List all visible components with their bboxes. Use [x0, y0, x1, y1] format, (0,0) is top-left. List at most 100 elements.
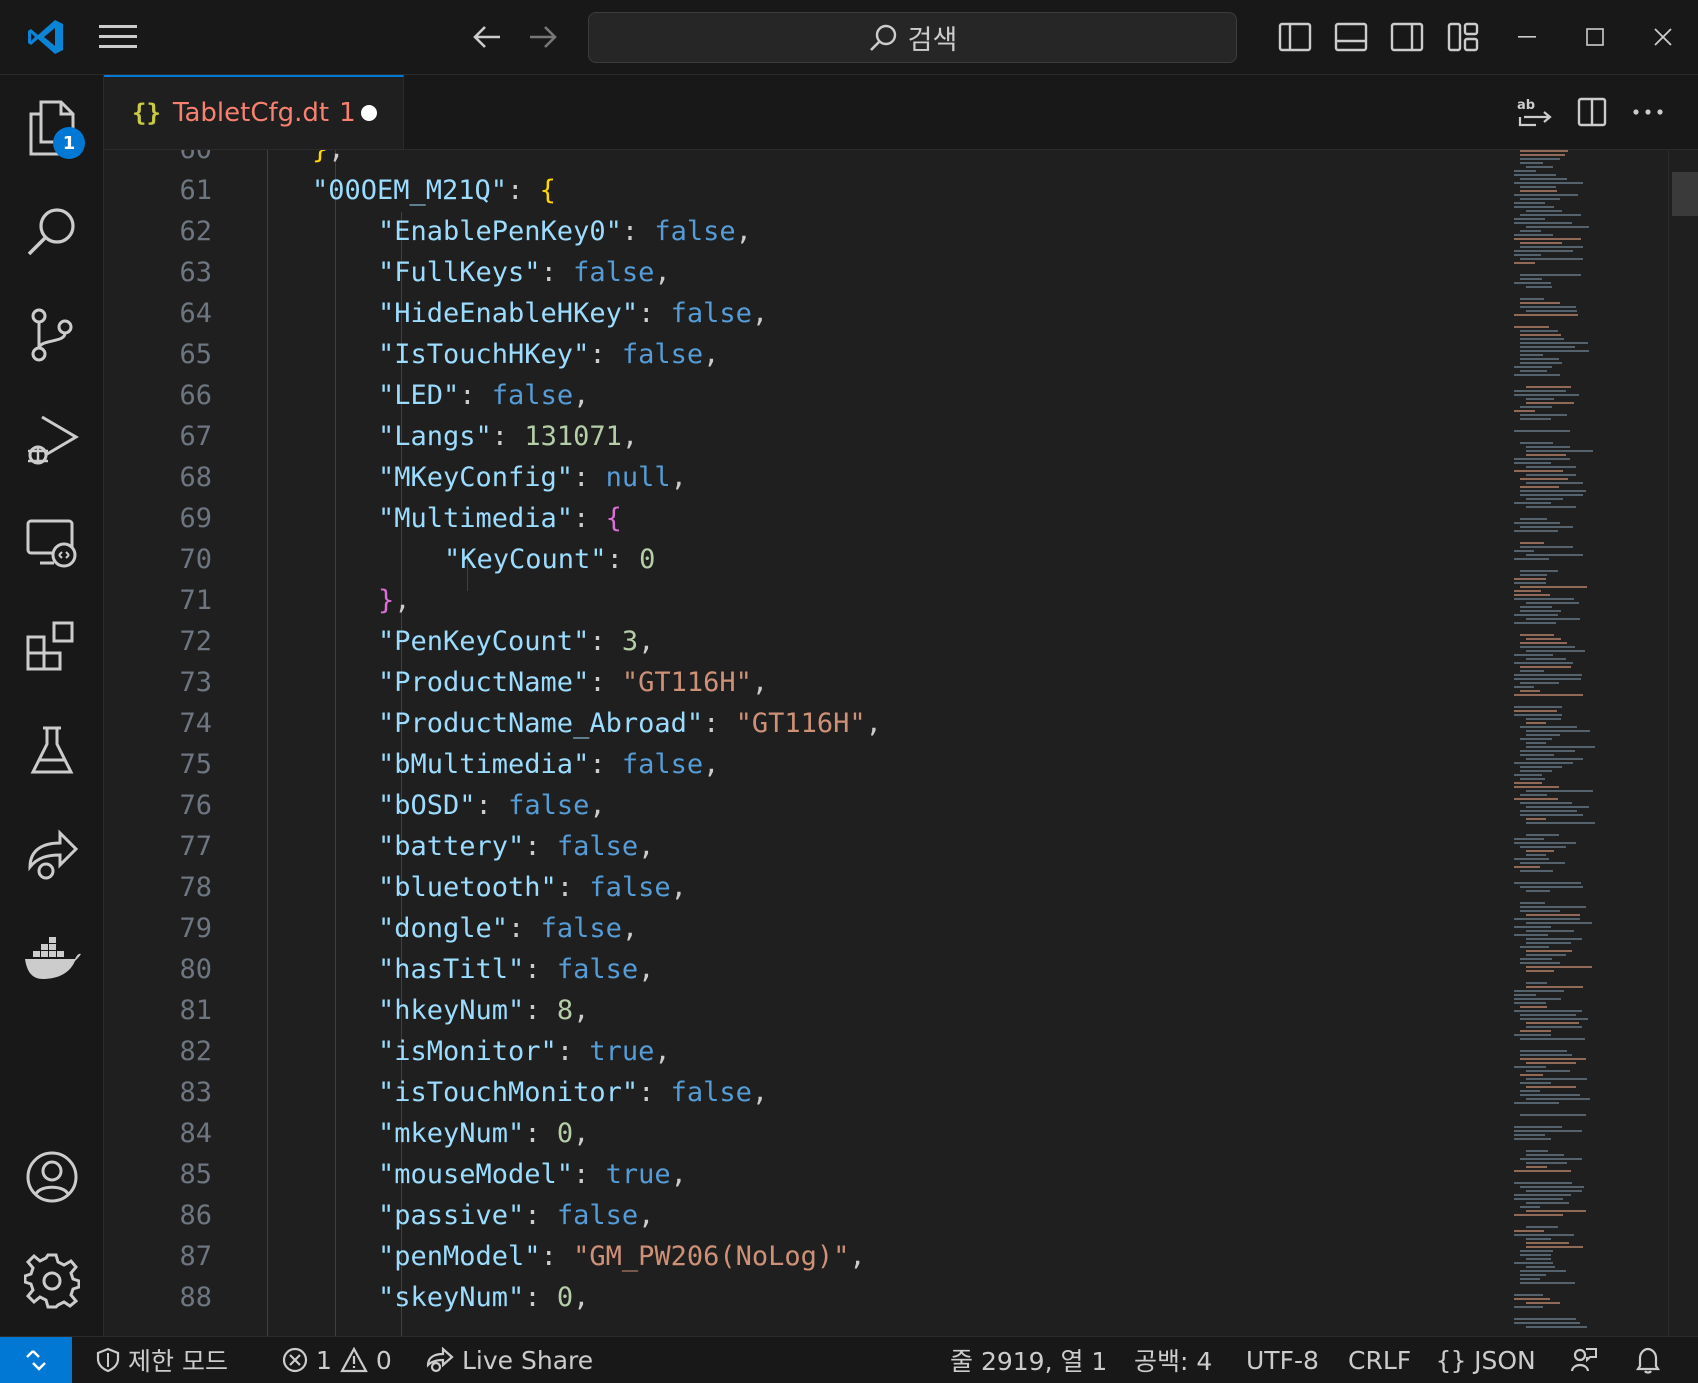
minimap-line: [1520, 158, 1560, 160]
minimap-line: [1520, 794, 1547, 796]
live-share-status-button[interactable]: Live Share: [426, 1337, 593, 1383]
minimap-line: [1514, 882, 1581, 884]
editor-area[interactable]: 60},61"00OEM_M21Q": {62"EnablePenKey0": …: [104, 150, 1698, 1336]
code-line[interactable]: 84 "mkeyNum": 0,: [104, 1113, 1504, 1154]
code-line[interactable]: 66 "LED": false,: [104, 375, 1504, 416]
menu-icon[interactable]: [88, 0, 148, 74]
code-line[interactable]: 69 "Multimedia": {: [104, 498, 1504, 539]
split-editor-button[interactable]: [1564, 75, 1620, 149]
minimap-line: [1520, 1114, 1586, 1116]
line-number: 84: [179, 1118, 212, 1149]
language-mode-button[interactable]: {} JSON: [1436, 1337, 1536, 1383]
more-actions-button[interactable]: [1620, 75, 1676, 149]
encoding-button[interactable]: UTF-8: [1246, 1337, 1319, 1383]
minimap-line: [1526, 1022, 1579, 1024]
indentation-button[interactable]: 공백: 4: [1134, 1337, 1212, 1383]
code-token: ,: [573, 380, 590, 411]
code-line[interactable]: 78 "bluetooth": false,: [104, 867, 1504, 908]
search-input[interactable]: 검색: [588, 12, 1237, 63]
code-line[interactable]: 77 "battery": false,: [104, 826, 1504, 867]
code-line[interactable]: 71},: [104, 580, 1504, 621]
code-token: "GM_PW206(NoLog)": [573, 1241, 850, 1272]
code-line[interactable]: 82 "isMonitor": true,: [104, 1031, 1504, 1072]
compare-changes-button[interactable]: ab: [1506, 75, 1562, 149]
minimap-line: [1520, 526, 1573, 528]
maximize-icon[interactable]: [1570, 0, 1620, 74]
cursor-position-button[interactable]: 줄 2919, 열 1: [950, 1337, 1107, 1383]
code-line[interactable]: 60},: [104, 150, 1504, 170]
code-line[interactable]: 87 "penModel": "GM_PW206(NoLog)",: [104, 1236, 1504, 1277]
accounts-button[interactable]: [0, 1125, 103, 1229]
code-line[interactable]: 88 "skeyNum": 0,: [104, 1277, 1504, 1318]
source-control-button[interactable]: [0, 283, 103, 387]
code-line[interactable]: 85 "mouseModel": true,: [104, 1154, 1504, 1195]
code-line[interactable]: 68 "MKeyConfig": null,: [104, 457, 1504, 498]
code-line[interactable]: 65 "IsTouchHKey": false,: [104, 334, 1504, 375]
minimap-line: [1514, 550, 1534, 552]
unsaved-dot-icon[interactable]: [361, 105, 377, 121]
code-token: ,: [670, 1159, 687, 1190]
code-line[interactable]: 86 "passive": false,: [104, 1195, 1504, 1236]
live-share-button[interactable]: [0, 803, 103, 907]
code-token: ,: [654, 1036, 671, 1067]
restricted-mode-button[interactable]: 제한 모드: [96, 1337, 228, 1383]
tab-tabletcfg[interactable]: {} TabletCfg.dt 1: [104, 75, 404, 149]
minimap-line: [1520, 646, 1575, 648]
code-line[interactable]: 61 "00OEM_M21Q": {: [104, 170, 1504, 211]
minimap-line: [1514, 662, 1573, 664]
code-line[interactable]: 83 "isTouchMonitor": false,: [104, 1072, 1504, 1113]
remote-indicator-button[interactable]: [0, 1337, 72, 1383]
code-line[interactable]: 67 "Langs": 131071,: [104, 416, 1504, 457]
code-line[interactable]: 64 "HideEnableHKey": false,: [104, 293, 1504, 334]
code-line[interactable]: 75 "bMultimedia": false,: [104, 744, 1504, 785]
scrollbar-thumb[interactable]: [1672, 172, 1698, 216]
search-view-button[interactable]: [0, 179, 103, 283]
code-token: false: [491, 380, 574, 411]
code-line[interactable]: 76 "bOSD": false,: [104, 785, 1504, 826]
line-content: "skeyNum": 0,: [378, 1277, 589, 1318]
code-token: "HideEnableHKey": [378, 298, 639, 329]
minimap[interactable]: [1514, 150, 1634, 1336]
explorer-button[interactable]: 1: [0, 75, 103, 179]
code-line[interactable]: 70 "KeyCount": 0: [104, 539, 1504, 580]
remote-explorer-button[interactable]: [0, 491, 103, 595]
minimap-line: [1514, 1234, 1574, 1236]
code-line[interactable]: 81 "hkeyNum": 8,: [104, 990, 1504, 1031]
minimap-line: [1514, 1298, 1550, 1300]
toggle-secondary-sidebar-icon[interactable]: [1382, 0, 1432, 74]
code-line[interactable]: 72 "PenKeyCount": 3,: [104, 621, 1504, 662]
toggle-panel-icon[interactable]: [1326, 0, 1376, 74]
notifications-button[interactable]: [1636, 1337, 1660, 1383]
docker-button[interactable]: [0, 907, 103, 1011]
customize-layout-icon[interactable]: [1438, 0, 1488, 74]
vertical-scrollbar[interactable]: [1668, 150, 1698, 1336]
vscode-logo-icon[interactable]: [14, 0, 78, 74]
run-debug-button[interactable]: [0, 387, 103, 491]
back-arrow-icon[interactable]: [462, 0, 512, 74]
forward-arrow-icon[interactable]: [518, 0, 568, 74]
minimap-line: [1520, 670, 1544, 672]
code-line[interactable]: 63 "FullKeys": false,: [104, 252, 1504, 293]
minimap-line: [1514, 598, 1574, 600]
code-line[interactable]: 80 "hasTitl": false,: [104, 949, 1504, 990]
code-token: true: [605, 1159, 671, 1190]
extensions-button[interactable]: [0, 595, 103, 699]
code-line[interactable]: 79 "dongle": false,: [104, 908, 1504, 949]
minimap-line: [1526, 950, 1572, 952]
docker-icon: [23, 937, 81, 981]
minimize-icon[interactable]: [1502, 0, 1552, 74]
line-ending-button[interactable]: CRLF: [1348, 1337, 1411, 1383]
minimap-line: [1514, 1322, 1580, 1324]
code-line[interactable]: 73 "ProductName": "GT116H",: [104, 662, 1504, 703]
toggle-primary-sidebar-icon[interactable]: [1270, 0, 1320, 74]
code-token: ,: [621, 913, 639, 944]
code-line[interactable]: 74 "ProductName_Abroad": "GT116H",: [104, 703, 1504, 744]
error-count: 1: [316, 1345, 332, 1375]
manage-button[interactable]: [0, 1229, 103, 1333]
minimap-line: [1514, 1214, 1563, 1216]
close-icon[interactable]: [1638, 0, 1688, 74]
problems-button[interactable]: 1 0: [282, 1337, 392, 1383]
code-line[interactable]: 62 "EnablePenKey0": false,: [104, 211, 1504, 252]
feedback-button[interactable]: [1570, 1337, 1598, 1383]
testing-button[interactable]: [0, 699, 103, 803]
